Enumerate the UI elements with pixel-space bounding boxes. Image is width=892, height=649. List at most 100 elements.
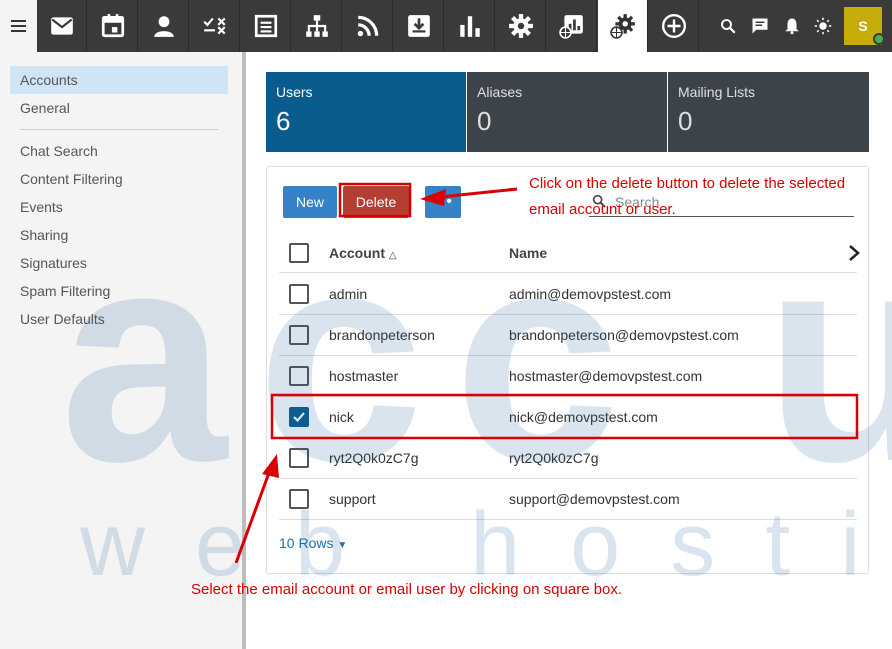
tile-users[interactable]: Users 6	[266, 72, 466, 152]
sidebar-item-content-filtering[interactable]: Content Filtering	[10, 165, 228, 193]
delete-instruction-line-2: email account or user.	[529, 201, 676, 218]
row-checkbox[interactable]	[289, 325, 309, 345]
mail-app-button[interactable]	[37, 0, 87, 52]
globe-chart-icon	[558, 15, 583, 39]
tile-users-label: Users	[276, 84, 313, 100]
table-row[interactable]: support support@demovpstest.com	[279, 479, 857, 520]
tile-aliases[interactable]: Aliases 0	[467, 72, 667, 152]
sidebar-item-chat-search[interactable]: Chat Search	[10, 137, 228, 165]
bar-chart-icon	[459, 16, 480, 37]
sidebar-item-events[interactable]: Events	[10, 193, 228, 221]
notes-app-button[interactable]	[241, 0, 291, 52]
notes-icon	[254, 14, 277, 38]
rows-per-page-label: 10 Rows	[279, 535, 334, 551]
name-cell: brandonpeterson@demovpstest.com	[509, 327, 739, 343]
table-row[interactable]: hostmaster hostmaster@demovpstest.com	[279, 356, 857, 397]
sidebar-item-spam-filtering[interactable]: Spam Filtering	[10, 277, 228, 305]
domain-reports-app-button[interactable]	[547, 0, 597, 52]
settings-app-button[interactable]	[496, 0, 546, 52]
tile-users-count: 6	[276, 106, 291, 136]
online-status-dot	[873, 33, 885, 45]
bell-icon	[785, 18, 799, 35]
table-row-selected[interactable]: nick nick@demovpstest.com	[279, 397, 857, 438]
account-cell: support	[329, 491, 376, 507]
row-checkbox[interactable]	[289, 284, 309, 304]
select-all-checkbox[interactable]	[289, 243, 309, 263]
globe-gear-icon	[609, 14, 635, 39]
sidebar-item-user-defaults[interactable]: User Defaults	[10, 305, 228, 333]
search-icon	[721, 19, 736, 34]
delete-button[interactable]: Delete	[343, 186, 409, 218]
sidebar-item-sharing[interactable]: Sharing	[10, 221, 228, 249]
table-header: Account △ Name	[279, 233, 860, 273]
gear-icon	[508, 14, 533, 38]
main-content: Users 6 Aliases 0 Mailing Lists 0 New De…	[246, 52, 892, 649]
name-cell: nick@demovpstest.com	[509, 409, 658, 425]
tile-aliases-label: Aliases	[477, 84, 523, 100]
name-cell: admin@demovpstest.com	[509, 286, 672, 302]
tile-mailing-lists-count: 0	[678, 106, 693, 136]
row-checkbox[interactable]	[289, 489, 309, 509]
contacts-app-button[interactable]	[139, 0, 189, 52]
row-checkbox[interactable]	[289, 448, 309, 468]
sitemap-icon	[305, 15, 328, 37]
calendar-icon	[101, 14, 124, 38]
account-cell: nick	[329, 409, 354, 425]
calendar-app-button[interactable]	[88, 0, 138, 52]
column-header-account[interactable]: Account △	[329, 233, 397, 273]
checkmark-icon	[293, 412, 305, 423]
rss-app-button[interactable]	[343, 0, 393, 52]
caret-down-icon: ▼	[337, 540, 348, 551]
users-panel: New Delete ••• Account △ Name admin admi…	[266, 166, 869, 574]
table-row[interactable]: admin admin@demovpstest.com	[279, 274, 857, 315]
sidebar-item-accounts[interactable]: Accounts	[10, 66, 228, 94]
table-row[interactable]: ryt2Q0k0zC7g ryt2Q0k0zC7g	[279, 438, 857, 479]
chevron-right-icon[interactable]	[847, 245, 861, 261]
domain-settings-app-button[interactable]	[598, 0, 648, 52]
notifications-button[interactable]	[776, 0, 808, 52]
search-button[interactable]	[712, 0, 744, 52]
tasks-app-button[interactable]	[190, 0, 240, 52]
theme-toggle-button[interactable]	[807, 0, 839, 52]
tasks-icon	[202, 17, 226, 35]
row-checkbox-checked[interactable]	[289, 407, 309, 427]
sitemap-app-button[interactable]	[292, 0, 342, 52]
chat-icon	[752, 18, 768, 34]
hamburger-icon	[11, 20, 26, 32]
account-header-label: Account	[329, 245, 385, 261]
sort-ascending-icon: △	[388, 250, 397, 261]
name-cell: support@demovpstest.com	[509, 491, 680, 507]
add-app-button[interactable]	[649, 0, 699, 52]
archive-app-button[interactable]	[394, 0, 444, 52]
tile-aliases-count: 0	[477, 106, 492, 136]
more-actions-button[interactable]: •••	[425, 186, 461, 218]
sidebar-item-signatures[interactable]: Signatures	[10, 249, 228, 277]
account-cell: admin	[329, 286, 368, 302]
download-box-icon	[407, 15, 430, 37]
name-cell: hostmaster@demovpstest.com	[509, 368, 703, 384]
rss-icon	[357, 15, 378, 37]
menu-toggle-button[interactable]	[0, 0, 37, 52]
column-header-name[interactable]: Name	[509, 233, 547, 273]
account-cell: ryt2Q0k0zC7g	[329, 450, 419, 466]
avatar-initial: S	[858, 18, 868, 34]
sun-icon	[814, 17, 832, 35]
sidebar-item-general[interactable]: General	[10, 94, 228, 122]
table-row[interactable]: brandonpeterson brandonpeterson@demovpst…	[279, 315, 857, 356]
sidebar-separator	[20, 129, 218, 130]
chat-button[interactable]	[744, 0, 776, 52]
envelope-icon	[50, 17, 73, 35]
account-cell: brandonpeterson	[329, 327, 435, 343]
reports-app-button[interactable]	[445, 0, 495, 52]
rows-per-page-dropdown[interactable]: 10 Rows ▼	[279, 535, 347, 551]
new-button[interactable]: New	[283, 186, 337, 218]
account-cell: hostmaster	[329, 368, 399, 384]
top-nav-bar: S	[0, 0, 892, 52]
tile-mailing-lists[interactable]: Mailing Lists 0	[668, 72, 869, 152]
select-instruction: Select the email account or email user b…	[191, 581, 623, 598]
tile-mailing-lists-label: Mailing Lists	[678, 84, 756, 100]
delete-instruction-line-1: Click on the delete button to delete the…	[529, 175, 846, 192]
person-icon	[153, 16, 174, 37]
plus-circle-icon	[661, 13, 686, 39]
row-checkbox[interactable]	[289, 366, 309, 386]
